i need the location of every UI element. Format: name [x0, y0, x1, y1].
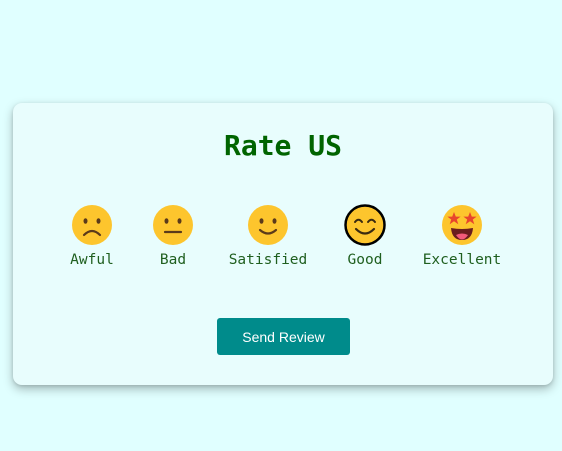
frowning-face-icon [72, 205, 112, 245]
send-review-button[interactable]: Send Review [217, 318, 350, 355]
rating-label-excellent: Excellent [422, 252, 502, 268]
smiling-face-icon [344, 204, 386, 246]
star-struck-face-icon [442, 205, 482, 245]
rating-option-satisfied[interactable]: Satisfied [213, 203, 323, 268]
rating-options: Awful Bad Satisfied Good Excellent [13, 203, 553, 273]
rating-option-good[interactable]: Good [310, 203, 420, 268]
rating-option-bad[interactable]: Bad [118, 203, 228, 268]
rating-label-satisfied: Satisfied [228, 252, 308, 268]
rating-label-bad: Bad [159, 252, 187, 268]
neutral-face-icon [153, 205, 193, 245]
rating-label-good: Good [347, 252, 383, 268]
rating-option-excellent[interactable]: Excellent [407, 203, 517, 268]
rating-card: Rate US Awful Bad Satisfied Good Excelle… [13, 103, 553, 385]
page-title: Rate US [223, 129, 342, 162]
slightly-smiling-face-icon [248, 205, 288, 245]
